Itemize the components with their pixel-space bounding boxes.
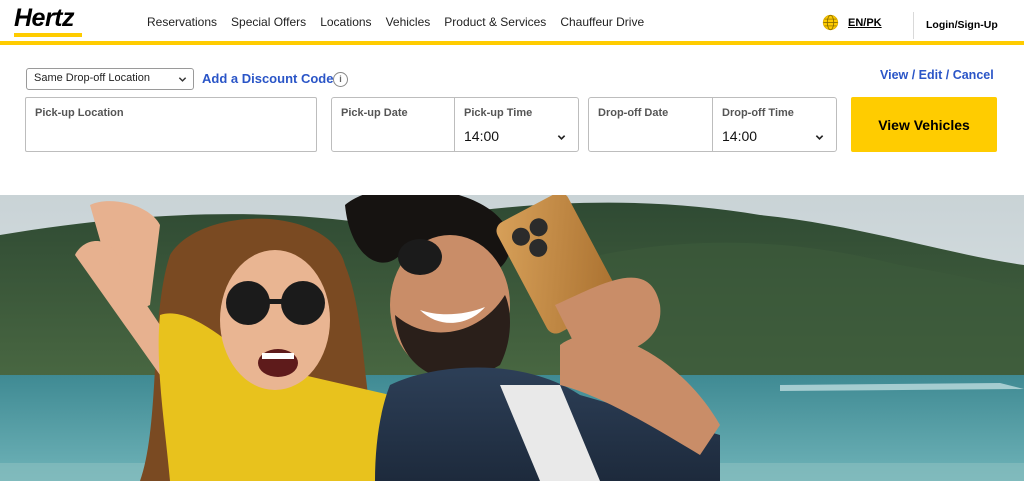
- view-vehicles-button[interactable]: View Vehicles: [851, 97, 997, 152]
- pickup-time-select[interactable]: Pick-up Time 14:00: [454, 97, 579, 152]
- language-label[interactable]: EN/PK: [848, 17, 882, 29]
- dropoff-time-value: 14:00: [722, 128, 758, 144]
- dropoff-time-label: Drop-off Time: [722, 107, 794, 119]
- pickup-date-label: Pick-up Date: [341, 107, 408, 119]
- login-signup-link[interactable]: Login/Sign-Up: [926, 19, 998, 31]
- pickup-location-label: Pick-up Location: [35, 107, 124, 119]
- add-discount-code-link[interactable]: Add a Discount Code: [202, 71, 333, 86]
- chevron-down-icon: [178, 77, 187, 82]
- globe-icon: [822, 14, 839, 31]
- chevron-down-icon: [815, 135, 824, 140]
- language-selector[interactable]: EN/PK: [822, 14, 882, 31]
- hero-image: [0, 195, 1024, 481]
- nav-product-services[interactable]: Product & Services: [444, 15, 546, 29]
- view-edit-cancel-link[interactable]: View / Edit / Cancel: [880, 68, 994, 82]
- dropoff-date-label: Drop-off Date: [598, 107, 669, 119]
- dropoff-date-field[interactable]: Drop-off Date: [588, 97, 713, 152]
- pickup-time-label: Pick-up Time: [464, 107, 533, 119]
- site-header: Hertz Reservations Special Offers Locati…: [0, 0, 1024, 45]
- nav-reservations[interactable]: Reservations: [147, 15, 217, 29]
- logo-text: Hertz: [14, 4, 75, 32]
- header-divider: [913, 12, 914, 39]
- nav-chauffeur-drive[interactable]: Chauffeur Drive: [560, 15, 644, 29]
- logo-underline: [14, 33, 82, 37]
- info-icon[interactable]: i: [333, 72, 348, 87]
- chevron-down-icon: [557, 135, 566, 140]
- dropoff-select-value: Same Drop-off Location: [34, 72, 150, 84]
- booking-panel: Same Drop-off Location Add a Discount Co…: [0, 49, 1024, 195]
- dropoff-location-select[interactable]: Same Drop-off Location: [26, 68, 194, 90]
- nav-locations[interactable]: Locations: [320, 15, 371, 29]
- pickup-location-field[interactable]: Pick-up Location: [25, 97, 317, 152]
- pickup-date-field[interactable]: Pick-up Date: [331, 97, 455, 152]
- nav-vehicles[interactable]: Vehicles: [386, 15, 431, 29]
- nav-special-offers[interactable]: Special Offers: [231, 15, 306, 29]
- dropoff-time-select[interactable]: Drop-off Time 14:00: [712, 97, 837, 152]
- hero-photo-illustration: [0, 195, 1024, 481]
- main-nav: Reservations Special Offers Locations Ve…: [147, 15, 658, 29]
- pickup-time-value: 14:00: [464, 128, 500, 144]
- hertz-logo[interactable]: Hertz: [14, 4, 82, 37]
